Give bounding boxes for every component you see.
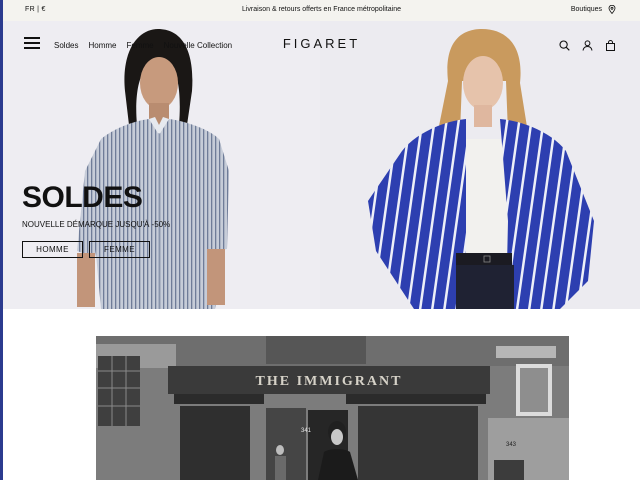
stores-label: Boutiques	[570, 6, 602, 13]
stores-link[interactable]: Boutiques	[571, 5, 616, 14]
hero-title: SOLDES	[22, 181, 143, 214]
main-navigation: Soldes Homme Femme Nouvelle Collection F…	[3, 21, 640, 71]
account-icon[interactable]	[582, 38, 593, 51]
shop-femme-button[interactable]: FEMME	[89, 241, 150, 258]
location-pin-icon	[608, 5, 616, 14]
announcement-bar: FR | € Livraison & retours offerts en Fr…	[3, 0, 640, 21]
search-icon[interactable]	[559, 38, 570, 51]
building-number: 343	[506, 442, 517, 448]
page-edge	[0, 0, 3, 480]
hero-subtitle: Nouvelle démarque jusqu'à -50%	[22, 220, 171, 229]
storefront-image: THE IMMIGRANT 341 343	[96, 336, 569, 480]
storefront-sign: THE IMMIGRANT	[256, 374, 403, 389]
nav-icons	[559, 38, 616, 51]
bag-icon[interactable]	[605, 38, 616, 51]
site-logo[interactable]: FIGARET	[3, 36, 640, 51]
promo-message: Livraison & retours offerts en France mé…	[241, 6, 401, 13]
shop-homme-button[interactable]: HOMME	[22, 241, 83, 258]
door-number: 341	[301, 428, 312, 434]
storefront-photo: THE IMMIGRANT 341 343	[96, 336, 569, 480]
